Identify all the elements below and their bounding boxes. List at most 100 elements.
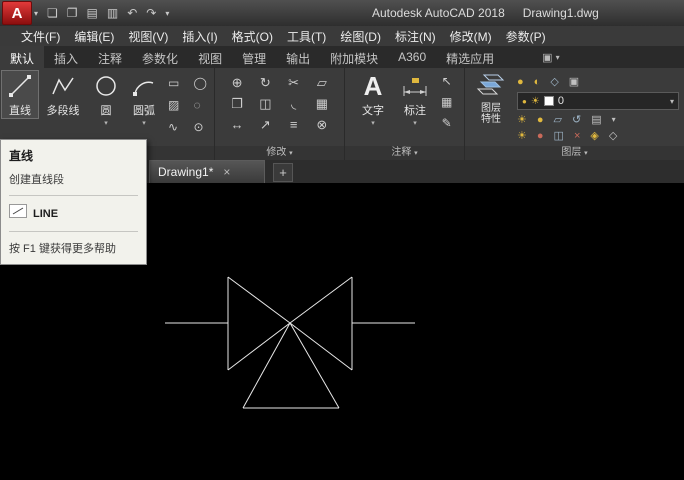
ribbon-toggle-icon: ▣ (542, 51, 552, 64)
ribbon-tab-parametric[interactable]: 参数化 (132, 46, 188, 68)
layer-lock-icon[interactable]: ▣ (569, 75, 579, 88)
layer-properties-button[interactable]: 图层 特性 (469, 72, 513, 125)
app-logo-button[interactable]: A (2, 1, 32, 25)
text-tool-button[interactable]: A 文字 ▾ (355, 71, 391, 127)
menu-bar: 文件(F) 编辑(E) 视图(V) 插入(I) 格式(O) 工具(T) 绘图(D… (0, 26, 684, 46)
save-icon[interactable]: ▤ (87, 6, 98, 20)
text-style-icon[interactable]: ✎ (441, 116, 452, 130)
menu-item-view[interactable]: 视图(V) (121, 26, 175, 47)
mirror-icon[interactable]: ◫ (253, 96, 277, 112)
text-tool-label: 文字 (362, 102, 384, 118)
tooltip-help-text: 按 F1 键获得更多帮助 (9, 240, 138, 256)
layer-combo[interactable]: ● ☀ 0 ▾ (517, 92, 679, 110)
layer-delete-icon[interactable]: × (574, 130, 580, 142)
menu-item-draw[interactable]: 绘图(D) (333, 26, 388, 47)
app-logo-caret-icon[interactable]: ▾ (34, 9, 38, 18)
move-icon[interactable]: ⊕ (225, 75, 249, 91)
new-file-icon[interactable]: ❏ (47, 6, 58, 20)
layer-unlock-icon[interactable]: ◇ (609, 129, 617, 142)
erase-icon[interactable]: ▱ (310, 75, 334, 91)
file-tab-drawing1[interactable]: Drawing1* × (149, 160, 265, 183)
redo-icon[interactable]: ↷ (146, 6, 156, 20)
trim-icon[interactable]: ✂ (282, 75, 306, 91)
ribbon-tab-insert[interactable]: 插入 (44, 46, 88, 68)
new-file-tab-button[interactable]: + (273, 163, 293, 182)
ribbon-tab-addins[interactable]: 附加模块 (320, 46, 388, 68)
ellipse-tool-icon[interactable]: ◯ (193, 76, 206, 90)
layer-combo-caret-icon[interactable]: ▾ (670, 97, 674, 106)
arc-icon (131, 71, 157, 101)
rectangle-tool-icon[interactable]: ▭ (168, 76, 181, 90)
layer-isolate-icon[interactable]: ◐ (534, 76, 541, 88)
ribbon-tab-view[interactable]: 视图 (188, 46, 232, 68)
array-icon[interactable]: ▦ (310, 96, 334, 112)
layers-panel-label[interactable]: 图层 ▾ (465, 146, 684, 160)
layer-off-all-icon[interactable]: ● (537, 130, 544, 142)
layer-bulb-icon: ● (522, 97, 527, 106)
dimension-tool-caret-icon[interactable]: ▾ (413, 119, 417, 127)
layer-freeze-icon[interactable]: ◇ (550, 75, 558, 88)
modify-tools-grid: ⊕ ↻ ✂ ▱ ❐ ◫ ◟ ▦ ↔ ↗ ≡ ⊗ (215, 68, 344, 133)
layers-panel-label-text: 图层 (561, 147, 581, 158)
layer-bulb2-icon[interactable]: ● (537, 114, 544, 126)
point-icon[interactable]: ⊙ (193, 120, 206, 134)
table-icon[interactable]: ▦ (441, 95, 452, 109)
spline-icon[interactable]: ∿ (168, 120, 181, 134)
offset-icon[interactable]: ≡ (282, 117, 306, 133)
print-icon[interactable]: ▥ (107, 6, 118, 20)
menu-item-dimension[interactable]: 标注(N) (388, 26, 443, 47)
line-tool-button[interactable]: 直线 (2, 71, 38, 118)
title-bar: A ▾ ❏ ❐ ▤ ▥ ↶ ↷ ▾ Autodesk AutoCAD 2018 … (0, 0, 684, 26)
ribbon-tab-a360[interactable]: A360 (388, 46, 436, 68)
ribbon-tab-manage[interactable]: 管理 (232, 46, 276, 68)
modify-panel-label-text: 修改 (266, 147, 286, 158)
app-name: Autodesk AutoCAD 2018 (372, 6, 505, 20)
annotate-panel-label[interactable]: 注释 ▾ (345, 146, 464, 160)
layer-lock2-icon[interactable]: ◈ (590, 129, 598, 142)
ribbon-tab-featured-apps[interactable]: 精选应用 (436, 46, 504, 68)
layer-previous-icon[interactable]: ↺ (572, 113, 581, 126)
stretch-icon[interactable]: ↔ (225, 117, 249, 133)
ribbon-tab-output[interactable]: 输出 (276, 46, 320, 68)
menu-item-file[interactable]: 文件(F) (14, 26, 67, 47)
dimension-icon (400, 71, 430, 101)
undo-icon[interactable]: ↶ (127, 6, 137, 20)
revision-cloud-icon[interactable]: ◌ (193, 98, 206, 112)
layer-walk-icon[interactable]: ▤ (591, 113, 601, 126)
layer-state-caret-icon[interactable]: ▾ (612, 115, 616, 124)
menu-item-modify[interactable]: 修改(M) (443, 26, 499, 47)
copy-icon[interactable]: ❐ (225, 96, 249, 112)
ribbon-tab-annotate[interactable]: 注释 (88, 46, 132, 68)
text-tool-caret-icon[interactable]: ▾ (371, 119, 375, 127)
layer-off-icon[interactable]: ● (517, 76, 524, 88)
explode-icon[interactable]: ⊗ (310, 117, 334, 133)
hatch-tool-icon[interactable]: ▨ (168, 98, 181, 112)
arc-tool-button[interactable]: 圆弧 ▾ (124, 71, 164, 127)
layer-freeze-all-icon[interactable]: ☀ (517, 129, 527, 142)
polyline-tool-button[interactable]: 多段线 (40, 71, 86, 118)
scale-icon[interactable]: ↗ (253, 117, 277, 133)
menu-item-parametric[interactable]: 参数(P) (499, 26, 553, 47)
menu-item-format[interactable]: 格式(O) (225, 26, 280, 47)
ribbon-tab-home[interactable]: 默认 (0, 46, 44, 68)
arc-tool-label: 圆弧 (133, 102, 155, 118)
ribbon-display-toggle[interactable]: ▣ ▾ (542, 51, 559, 64)
layer-sun2-icon[interactable]: ☀ (517, 113, 527, 126)
dimension-tool-button[interactable]: 标注 ▾ (395, 71, 435, 127)
qat-dropdown-caret[interactable]: ▾ (165, 9, 169, 18)
circle-tool-button[interactable]: 圆 ▾ (88, 71, 124, 127)
layer-properties-label-line1: 图层 (481, 103, 501, 114)
circle-tool-caret-icon[interactable]: ▾ (104, 119, 108, 127)
menu-item-tools[interactable]: 工具(T) (280, 26, 333, 47)
menu-item-edit[interactable]: 编辑(E) (67, 26, 121, 47)
rotate-icon[interactable]: ↻ (253, 75, 277, 91)
file-tab-close-icon[interactable]: × (223, 165, 230, 179)
layer-merge-icon[interactable]: ◫ (554, 129, 564, 142)
arc-tool-caret-icon[interactable]: ▾ (142, 119, 146, 127)
menu-item-insert[interactable]: 插入(I) (175, 26, 224, 47)
layer-match-icon[interactable]: ▱ (554, 113, 562, 126)
leader-icon[interactable]: ↖ (441, 74, 452, 88)
fillet-icon[interactable]: ◟ (282, 96, 306, 112)
open-folder-icon[interactable]: ❐ (67, 6, 78, 20)
modify-panel-label[interactable]: 修改 ▾ (215, 146, 344, 160)
